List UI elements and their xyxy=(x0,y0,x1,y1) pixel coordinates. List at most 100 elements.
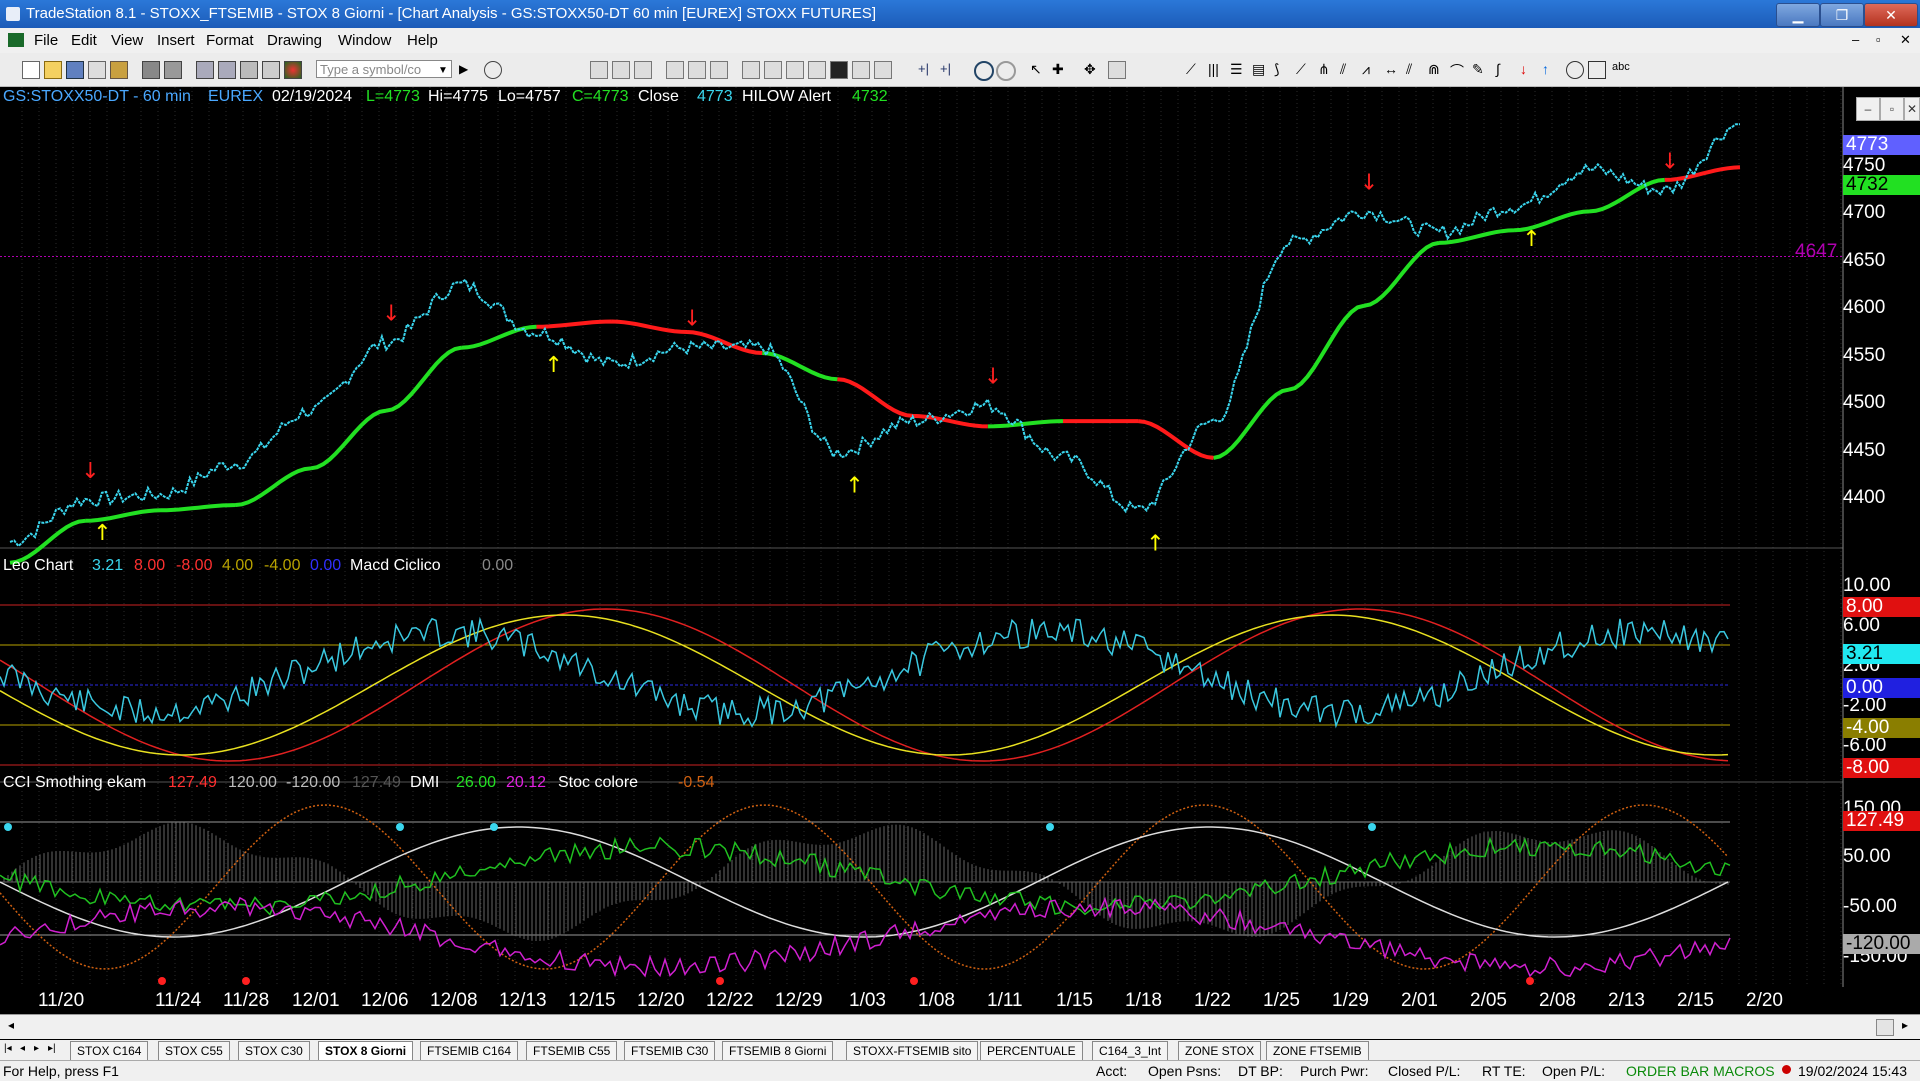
symbol-icon[interactable] xyxy=(764,61,782,79)
chart-type-icon[interactable] xyxy=(590,61,608,79)
mode-indicators[interactable]: ORDER BAR MACROS xyxy=(1626,1061,1775,1081)
tab-zone-stox[interactable]: ZONE STOX xyxy=(1178,1041,1262,1061)
tab-percentuale[interactable]: PERCENTUALE xyxy=(980,1041,1083,1061)
data-icon[interactable] xyxy=(786,61,804,79)
rectangle-icon[interactable] xyxy=(1588,61,1606,79)
menu-help[interactable]: Help xyxy=(407,32,438,49)
tab-stoxx-ftsemib-sito[interactable]: STOXX-FTSEMIB sito xyxy=(846,1041,979,1061)
tab-prev-icon[interactable]: ◂ xyxy=(20,1043,25,1054)
open-icon[interactable] xyxy=(44,61,62,79)
vertical-lines-icon[interactable]: ||| xyxy=(1208,61,1224,77)
minimize-button[interactable]: ▁ xyxy=(1776,3,1820,27)
mdi-minimize-button[interactable]: – xyxy=(1852,32,1859,47)
panel2-tag: -4.00 xyxy=(1843,718,1920,738)
tab-last-icon[interactable]: ▸| xyxy=(48,1043,56,1054)
tab-ftsemib-8-giorni[interactable]: FTSEMIB 8 Giorni xyxy=(722,1041,834,1061)
print-icon[interactable] xyxy=(142,61,160,79)
chart-minimize-button[interactable]: – xyxy=(1856,97,1880,121)
lock-icon[interactable] xyxy=(240,61,258,79)
print-preview-icon[interactable] xyxy=(164,61,182,79)
properties-icon[interactable] xyxy=(1108,61,1126,79)
tab-next-icon[interactable]: ▸ xyxy=(34,1043,39,1054)
tab-zone-ftsemib[interactable]: ZONE FTSEMIB xyxy=(1266,1041,1369,1061)
gann-icon[interactable]: ⟆ xyxy=(1274,61,1290,77)
window-icon[interactable] xyxy=(196,61,214,79)
expand-icon[interactable]: +| xyxy=(940,61,956,77)
zoom-out-icon[interactable] xyxy=(996,61,1016,81)
scroll-thumb[interactable] xyxy=(1876,1019,1894,1036)
horizontal-arrows-icon[interactable]: ↔ xyxy=(1384,61,1400,77)
tab-c164-3-int[interactable]: C164_3_Int xyxy=(1092,1041,1169,1061)
menu-view[interactable]: View xyxy=(111,32,143,49)
compress-icon[interactable]: +| xyxy=(918,61,934,77)
menu-window[interactable]: Window xyxy=(338,32,391,49)
pointer-icon[interactable]: ↖ xyxy=(1030,61,1046,77)
indicator-icon[interactable] xyxy=(688,61,706,79)
fibonacci-icon[interactable]: ▤ xyxy=(1252,61,1268,77)
copy-icon[interactable] xyxy=(88,61,106,79)
tab-ftsemib-c30[interactable]: FTSEMIB C30 xyxy=(624,1041,716,1061)
maximize-button[interactable]: ❐ xyxy=(1820,3,1864,27)
signal-dot xyxy=(1526,977,1534,985)
regression-icon[interactable]: ⫽ xyxy=(1340,61,1356,77)
scroll-right-icon[interactable]: ▸ xyxy=(1902,1018,1908,1032)
candle-icon[interactable] xyxy=(634,61,652,79)
crosshair-icon[interactable]: ✚ xyxy=(1052,61,1068,77)
globe-icon[interactable] xyxy=(284,61,302,79)
scan-icon[interactable] xyxy=(808,61,826,79)
mdi-close-button[interactable]: ✕ xyxy=(1900,32,1911,48)
window-layout-icon[interactable] xyxy=(852,61,870,79)
menu-edit[interactable]: Edit xyxy=(71,32,97,49)
chevron-down-icon[interactable]: ▼ xyxy=(438,65,448,76)
arc-icon[interactable]: ⌒ xyxy=(1450,61,1466,79)
menu-format[interactable]: Format xyxy=(206,32,254,49)
tab-stox-c30[interactable]: STOX C30 xyxy=(238,1041,310,1061)
chart-close-button[interactable]: ✕ xyxy=(1904,97,1920,121)
horizontal-lines-icon[interactable]: ☰ xyxy=(1230,61,1246,77)
tab-stox-c55[interactable]: STOX C55 xyxy=(158,1041,230,1061)
bar-chart-icon[interactable] xyxy=(612,61,630,79)
up-arrow-tool-icon[interactable]: ↑ xyxy=(1542,61,1558,77)
speed-lines-icon[interactable]: ⟋ xyxy=(1296,61,1312,77)
line-chart-icon[interactable] xyxy=(666,61,684,79)
drag-icon[interactable]: ✥ xyxy=(1084,61,1100,77)
tab-stox-c164[interactable]: STOX C164 xyxy=(70,1041,149,1061)
panel3-name: CCI Smothing ekam xyxy=(3,774,147,791)
ellipse-icon[interactable] xyxy=(1566,61,1584,79)
cycle-icon[interactable]: ⋒ xyxy=(1428,61,1444,77)
close-button[interactable]: ✕ xyxy=(1864,3,1918,27)
arrow-right-icon[interactable]: ▶ xyxy=(459,62,468,76)
pencil-icon[interactable]: ✎ xyxy=(1472,61,1488,77)
new-icon[interactable] xyxy=(22,61,40,79)
tab-ftsemib-c164[interactable]: FTSEMIB C164 xyxy=(420,1041,519,1061)
link-icon[interactable] xyxy=(262,61,280,79)
mdi-restore-button[interactable]: ▫ xyxy=(1876,32,1881,47)
horizontal-scrollbar[interactable]: ◂ ▸ xyxy=(0,1014,1920,1039)
channel-icon[interactable]: ⩘ xyxy=(1362,61,1378,77)
tab-stox-8-giorni[interactable]: STOX 8 Giorni xyxy=(318,1041,414,1061)
symbol-input[interactable]: Type a symbol/co xyxy=(316,60,452,78)
menu-file[interactable]: File xyxy=(34,32,58,49)
zoom-in-icon[interactable] xyxy=(974,61,994,81)
scroll-left-icon[interactable]: ◂ xyxy=(8,1018,14,1032)
pitchfork-icon[interactable]: ⋔ xyxy=(1318,61,1334,77)
trendline-icon[interactable]: ⟋ xyxy=(1186,61,1202,77)
chart-restore-button[interactable]: ▫ xyxy=(1880,97,1904,121)
tab-ftsemib-c55[interactable]: FTSEMIB C55 xyxy=(526,1041,618,1061)
format-icon[interactable] xyxy=(742,61,760,79)
parallel-icon[interactable]: ⫽ xyxy=(1406,61,1422,77)
text-tool-icon[interactable]: abc xyxy=(1612,61,1634,77)
bar-icon[interactable] xyxy=(830,61,848,79)
folder-icon[interactable] xyxy=(110,61,128,79)
menu-drawing[interactable]: Drawing xyxy=(267,32,322,49)
search-icon[interactable] xyxy=(484,61,502,79)
tab-first-icon[interactable]: |◂ xyxy=(4,1043,12,1054)
menu-insert[interactable]: Insert xyxy=(157,32,195,49)
tools-icon[interactable] xyxy=(874,61,892,79)
down-arrow-tool-icon[interactable]: ↓ xyxy=(1520,61,1536,77)
curve-icon[interactable]: ∫ xyxy=(1496,61,1512,77)
save-icon[interactable] xyxy=(66,61,84,79)
tile-icon[interactable] xyxy=(218,61,236,79)
strategy-icon[interactable] xyxy=(710,61,728,79)
chart-area[interactable]: ↓ ↑ ↓ ↑ ↓ ↑ ↓ ↑ ↓ ↑ ↓ xyxy=(0,87,1920,987)
